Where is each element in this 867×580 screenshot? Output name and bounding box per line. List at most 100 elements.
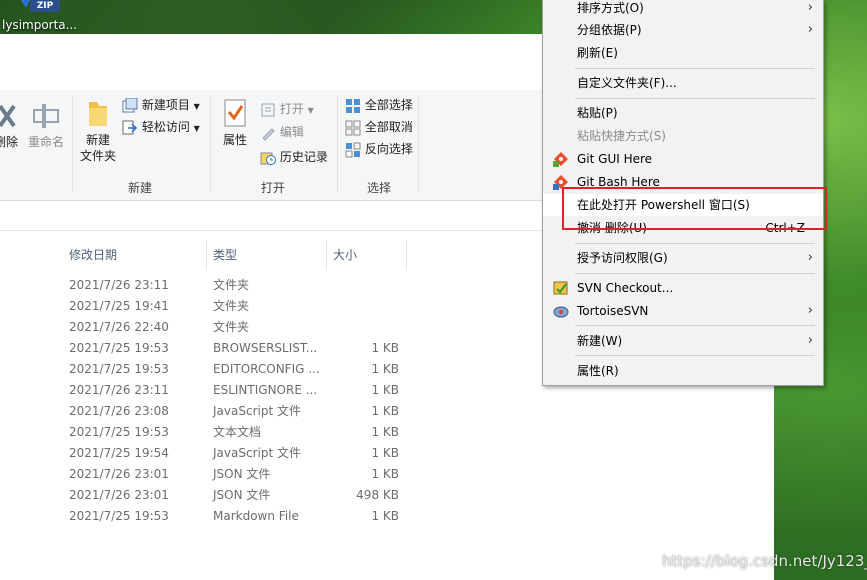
menu-label: 刷新(E): [577, 46, 618, 60]
cell-type: JavaScript 文件: [213, 404, 301, 418]
cell-size: 1 KB: [371, 509, 399, 523]
open-label: 打开: [279, 102, 304, 116]
cell-date: 2021/7/25 19:54: [69, 446, 169, 460]
table-row[interactable]: 2021/7/26 23:01 JSON 文件 1 KB: [0, 464, 774, 485]
header-date[interactable]: 修改日期: [63, 240, 207, 270]
header-size[interactable]: 大小: [327, 240, 407, 270]
dropdown-arrow-icon: ▼: [193, 102, 200, 111]
menu-item-svn-checkout[interactable]: SVN Checkout...: [543, 277, 823, 299]
cell-type: Markdown File: [213, 509, 299, 523]
table-row[interactable]: 2021/7/26 23:01 JSON 文件 498 KB: [0, 485, 774, 506]
delete-button[interactable]: 删除: [0, 102, 20, 150]
invert-selection-label: 反向选择: [364, 142, 413, 156]
edit-button[interactable]: 编辑: [260, 123, 304, 141]
cell-date: 2021/7/26 23:08: [69, 404, 169, 418]
open-button[interactable]: 打开 ▼: [260, 100, 314, 118]
table-row[interactable]: 2021/7/26 23:08 JavaScript 文件 1 KB: [0, 401, 774, 422]
menu-item-paste-shortcut[interactable]: 粘贴快捷方式(S): [543, 125, 823, 147]
easy-access-button[interactable]: 轻松访问 ▼: [122, 118, 200, 136]
select-group-label: 选择: [367, 181, 392, 195]
menu-item-group-by[interactable]: 分组依据(P) ›: [543, 19, 823, 41]
menu-label: 粘贴(P): [577, 106, 618, 120]
menu-item-customize-folder[interactable]: 自定义文件夹(F)...: [543, 72, 823, 94]
cell-type: EDITORCONFIG ...: [213, 362, 320, 376]
desktop-zip-file-icon[interactable]: ZIP lysimporta...: [2, 0, 92, 34]
menu-label: 粘贴快捷方式(S): [577, 129, 666, 143]
menu-item-new[interactable]: 新建(W) ›: [543, 330, 823, 352]
history-clock-icon: [260, 152, 276, 165]
invert-selection-button[interactable]: 反向选择: [345, 140, 413, 158]
watermark-text: https://blog.csdn.net/Jy123_: [662, 552, 867, 570]
cell-size: 498 KB: [356, 488, 399, 502]
select-none-label: 全部取消: [364, 120, 413, 134]
new-folder-label-1: 新建: [85, 133, 110, 147]
menu-item-sort-by[interactable]: 排序方式(O) ›: [543, 0, 823, 19]
submenu-arrow-icon: ›: [807, 0, 813, 15]
table-row[interactable]: 2021/7/25 19:53 文本文档 1 KB: [0, 422, 774, 443]
table-row[interactable]: 2021/7/25 19:53 Markdown File 1 KB: [0, 506, 774, 527]
menu-separator: [575, 325, 815, 326]
select-none-icon: [345, 120, 361, 135]
cell-date: 2021/7/25 19:53: [69, 362, 169, 376]
menu-label: Git GUI Here: [577, 152, 653, 166]
menu-separator: [575, 68, 815, 69]
delete-label: 删除: [0, 135, 18, 149]
dropdown-arrow-icon: ▼: [307, 106, 314, 115]
desktop-icon-label: lysimporta...: [2, 18, 78, 32]
menu-label: 属性(R): [577, 364, 619, 378]
menu-label: 排序方式(O): [577, 1, 644, 15]
select-all-button[interactable]: 全部选择: [345, 96, 413, 114]
new-item-button[interactable]: 新建项目 ▼: [122, 96, 200, 114]
menu-label: 新建(W): [577, 334, 623, 348]
history-button[interactable]: 历史记录: [260, 148, 328, 166]
cell-size: 1 KB: [371, 404, 399, 418]
cell-date: 2021/7/26 23:11: [69, 278, 169, 292]
header-type[interactable]: 类型: [207, 240, 327, 270]
cell-size: 1 KB: [371, 467, 399, 481]
table-row[interactable]: 2021/7/25 19:54 JavaScript 文件 1 KB: [0, 443, 774, 464]
rename-icon: [33, 104, 59, 128]
new-group-label: 新建: [128, 181, 153, 195]
menu-label: 分组依据(P): [577, 23, 642, 37]
submenu-arrow-icon: ›: [807, 303, 813, 318]
cell-size: 1 KB: [371, 383, 399, 397]
cell-size: 1 KB: [371, 425, 399, 439]
easy-access-label: 轻松访问: [141, 120, 190, 134]
cell-date: 2021/7/25 19:53: [69, 425, 169, 439]
new-folder-button[interactable]: 新建 文件夹: [78, 98, 118, 164]
properties-button[interactable]: 属性: [218, 98, 252, 148]
cell-date: 2021/7/25 19:53: [69, 509, 169, 523]
cell-type: 文件夹: [213, 278, 250, 292]
menu-label: SVN Checkout...: [577, 281, 674, 295]
submenu-arrow-icon: ›: [807, 22, 813, 37]
cell-type: ESLINTIGNORE ...: [213, 383, 318, 397]
menu-item-refresh[interactable]: 刷新(E): [543, 42, 823, 64]
folder-icon: [89, 102, 107, 126]
easy-access-icon: [122, 120, 138, 134]
menu-item-paste[interactable]: 粘贴(P): [543, 102, 823, 124]
tortoise-svn-icon: [553, 306, 569, 318]
select-all-label: 全部选择: [364, 98, 413, 112]
rename-button[interactable]: 重命名: [26, 100, 66, 150]
select-none-button[interactable]: 全部取消: [345, 118, 413, 136]
menu-item-tortoise-svn[interactable]: TortoiseSVN ›: [543, 300, 823, 322]
cell-type: JSON 文件: [213, 488, 271, 502]
open-group-label: 打开: [261, 181, 286, 195]
cell-date: 2021/7/26 23:11: [69, 383, 169, 397]
cell-date: 2021/7/25 19:53: [69, 341, 169, 355]
rename-label: 重命名: [27, 135, 64, 149]
menu-separator: [575, 243, 815, 244]
cell-size: 1 KB: [371, 446, 399, 460]
cell-size: 1 KB: [371, 362, 399, 376]
open-icon: [261, 103, 275, 116]
cell-type: JSON 文件: [213, 467, 271, 481]
properties-label: 属性: [222, 133, 247, 147]
invert-selection-icon: [345, 142, 361, 157]
cell-size: 1 KB: [371, 341, 399, 355]
menu-item-properties[interactable]: 属性(R): [543, 360, 823, 382]
menu-item-grant-access[interactable]: 授予访问权限(G) ›: [543, 247, 823, 269]
menu-item-git-gui[interactable]: Git GUI Here: [543, 148, 823, 170]
delete-x-icon: [0, 104, 16, 128]
group-separator: [337, 96, 338, 192]
group-separator: [210, 96, 211, 192]
